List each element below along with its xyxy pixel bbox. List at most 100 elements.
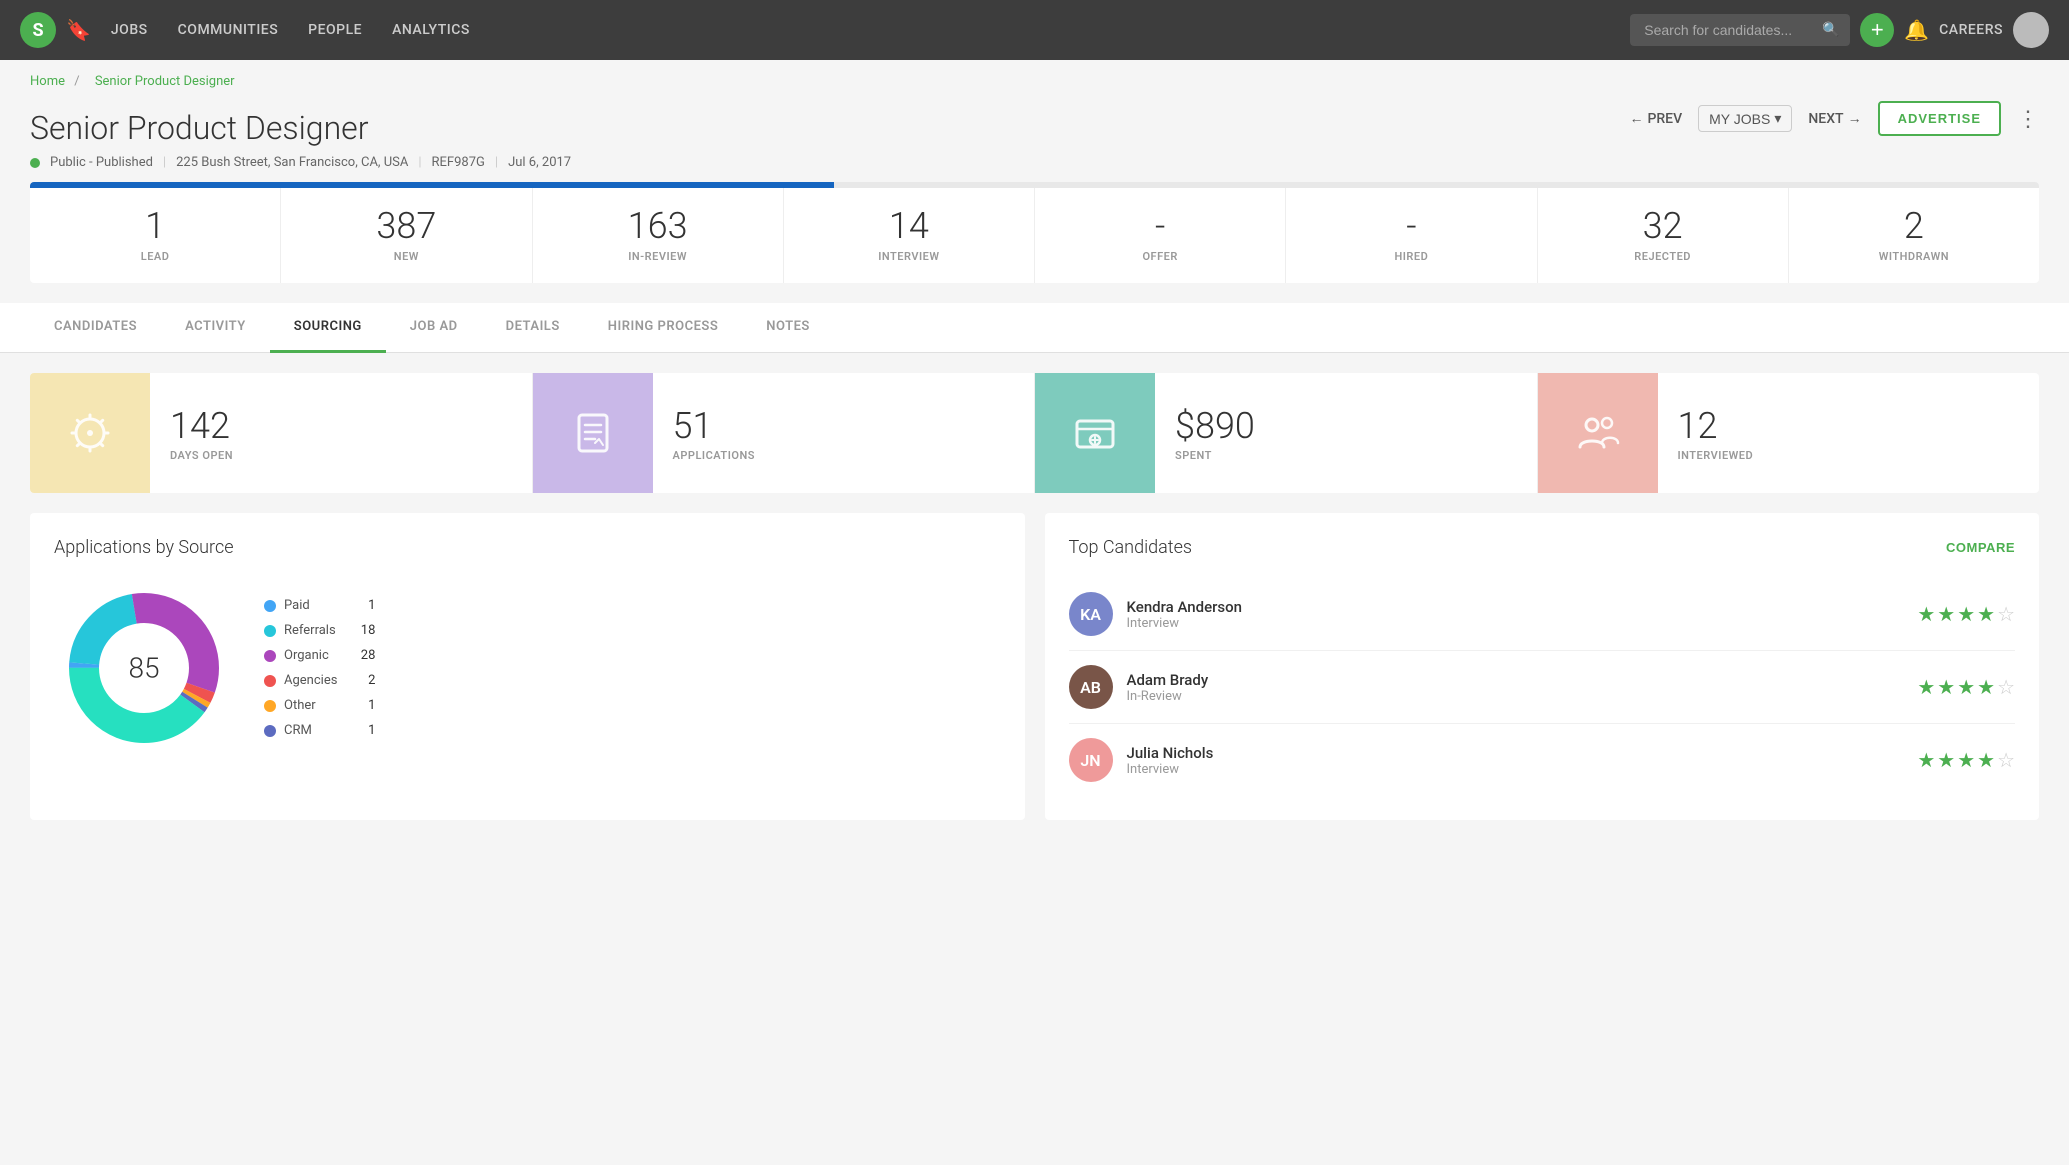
tab-job-ad[interactable]: JOB AD — [386, 303, 482, 353]
days-open-info: 142 DAYS OPEN — [150, 405, 253, 462]
stat-lead[interactable]: 1 LEAD — [30, 188, 281, 283]
nav-communities[interactable]: COMMUNITIES — [178, 18, 279, 42]
stat-interview[interactable]: 14 INTERVIEW — [784, 188, 1035, 283]
candidate-stars-adam: ★ ★ ★ ★ ☆ — [1917, 675, 2015, 699]
organic-dot — [264, 650, 276, 662]
top-candidates-title: Top Candidates — [1069, 537, 1193, 558]
legend-paid: Paid 1 — [264, 598, 375, 613]
candidate-name-julia: Julia Nichols — [1127, 744, 1904, 762]
paid-label: Paid — [284, 598, 310, 613]
nav-careers[interactable]: CAREERS — [1939, 22, 2003, 38]
tab-sourcing[interactable]: SOURCING — [270, 303, 386, 353]
candidates-header: Top Candidates COMPARE — [1069, 537, 2016, 558]
spent-icon — [1035, 373, 1155, 493]
stat-hired[interactable]: - HIRED — [1286, 188, 1537, 283]
search-input[interactable] — [1644, 22, 1814, 38]
stat-rejected[interactable]: 32 REJECTED — [1538, 188, 1789, 283]
add-button[interactable]: + — [1860, 13, 1894, 47]
other-count: 1 — [345, 698, 375, 713]
job-status: Public - Published — [50, 155, 153, 170]
stat-rejected-label: REJECTED — [1548, 250, 1778, 263]
stat-inreview-label: IN-REVIEW — [543, 250, 773, 263]
next-button[interactable]: NEXT → — [1808, 110, 1861, 127]
candidate-info-kendra: Kendra Anderson Interview — [1127, 598, 1904, 631]
candidate-info-julia: Julia Nichols Interview — [1127, 744, 1904, 777]
tab-candidates[interactable]: CANDIDATES — [30, 303, 161, 353]
tab-notes[interactable]: NOTES — [742, 303, 834, 353]
stat-hired-label: HIRED — [1296, 250, 1526, 263]
top-candidates-card: Top Candidates COMPARE KA Kendra Anderso… — [1045, 513, 2040, 820]
stat-new-label: NEW — [291, 250, 521, 263]
tab-hiring-process[interactable]: HIRING PROCESS — [584, 303, 743, 353]
sourcing-applications: 51 APPLICATIONS — [533, 373, 1036, 493]
user-avatar[interactable] — [2013, 12, 2049, 48]
stat-offer[interactable]: - OFFER — [1035, 188, 1286, 283]
agencies-count: 2 — [345, 673, 375, 688]
paid-count: 1 — [345, 598, 375, 613]
crm-dot — [264, 725, 276, 737]
applications-info: 51 APPLICATIONS — [653, 405, 775, 462]
donut-chart: 85 — [54, 578, 234, 758]
agencies-label: Agencies — [284, 673, 337, 688]
page-header-left: Senior Product Designer Public - Publish… — [30, 101, 571, 170]
sourcing-interviewed: 12 INTERVIEWED — [1538, 373, 2040, 493]
nav-people[interactable]: PEOPLE — [308, 18, 362, 42]
sourcing-spent: $890 SPENT — [1035, 373, 1538, 493]
stat-offer-label: OFFER — [1045, 250, 1275, 263]
stats-row: 1 LEAD 387 NEW 163 IN-REVIEW 14 INTERVIE… — [30, 188, 2039, 283]
interviewed-label: INTERVIEWED — [1678, 449, 1754, 462]
tab-details[interactable]: DETAILS — [482, 303, 584, 353]
tab-activity[interactable]: ACTIVITY — [161, 303, 270, 353]
bookmark-icon[interactable]: 🔖 — [66, 18, 91, 42]
status-dot — [30, 158, 40, 168]
nav-analytics[interactable]: ANALYTICS — [392, 18, 470, 42]
stat-new[interactable]: 387 NEW — [281, 188, 532, 283]
stat-lead-value: 1 — [40, 208, 270, 244]
candidate-avatar-julia: JN — [1069, 738, 1113, 782]
stat-offer-value: - — [1045, 208, 1275, 244]
compare-button[interactable]: COMPARE — [1946, 540, 2015, 555]
applications-card: Applications by Source — [30, 513, 1025, 820]
stat-rejected-value: 32 — [1548, 208, 1778, 244]
stat-interview-label: INTERVIEW — [794, 250, 1024, 263]
job-ref: REF987G — [432, 155, 485, 170]
tabs: CANDIDATES ACTIVITY SOURCING JOB AD DETA… — [0, 303, 2069, 353]
candidate-avatar-kendra: KA — [1069, 592, 1113, 636]
breadcrumb-current: Senior Product Designer — [95, 74, 235, 89]
page-title: Senior Product Designer — [30, 109, 571, 147]
more-options-button[interactable]: ⋮ — [2017, 106, 2039, 132]
nav-jobs[interactable]: JOBS — [111, 18, 148, 42]
donut-center-value: 85 — [128, 652, 159, 685]
candidate-avatar-adam: AB — [1069, 665, 1113, 709]
other-dot — [264, 700, 276, 712]
bell-icon[interactable]: 🔔 — [1904, 18, 1929, 42]
applications-value: 51 — [673, 405, 755, 447]
advertise-button[interactable]: ADVERTISE — [1878, 101, 2001, 136]
legend-organic: Organic 28 — [264, 648, 375, 663]
breadcrumb-home[interactable]: Home — [30, 74, 65, 89]
prev-next-nav: ← PREV MY JOBS ▾ NEXT → — [1629, 105, 1861, 132]
stat-hired-value: - — [1296, 208, 1526, 244]
sourcing-days-open: 142 DAYS OPEN — [30, 373, 533, 493]
breadcrumb-separator: / — [74, 74, 83, 89]
page-header-right: ← PREV MY JOBS ▾ NEXT → ADVERTISE ⋮ — [1629, 101, 2039, 136]
crm-count: 1 — [345, 723, 375, 738]
stat-inreview[interactable]: 163 IN-REVIEW — [533, 188, 784, 283]
prev-button[interactable]: ← PREV — [1629, 110, 1682, 127]
legend-referrals: Referrals 18 — [264, 623, 375, 638]
candidate-stage-kendra: Interview — [1127, 616, 1904, 631]
candidate-julia[interactable]: JN Julia Nichols Interview ★ ★ ★ ★ ☆ — [1069, 724, 2016, 796]
candidate-info-adam: Adam Brady In-Review — [1127, 671, 1904, 704]
candidate-adam[interactable]: AB Adam Brady In-Review ★ ★ ★ ★ ☆ — [1069, 651, 2016, 724]
my-jobs-button[interactable]: MY JOBS ▾ — [1698, 105, 1792, 132]
crm-label: CRM — [284, 723, 312, 738]
legend-other: Other 1 — [264, 698, 375, 713]
referrals-count: 18 — [345, 623, 375, 638]
interviewed-icon — [1538, 373, 1658, 493]
candidate-kendra[interactable]: KA Kendra Anderson Interview ★ ★ ★ ★ ☆ — [1069, 578, 2016, 651]
interviewed-value: 12 — [1678, 405, 1754, 447]
stat-withdrawn[interactable]: 2 WITHDRAWN — [1789, 188, 2039, 283]
job-date: Jul 6, 2017 — [508, 155, 571, 170]
referrals-dot — [264, 625, 276, 637]
search-bar[interactable]: 🔍 — [1630, 14, 1850, 46]
